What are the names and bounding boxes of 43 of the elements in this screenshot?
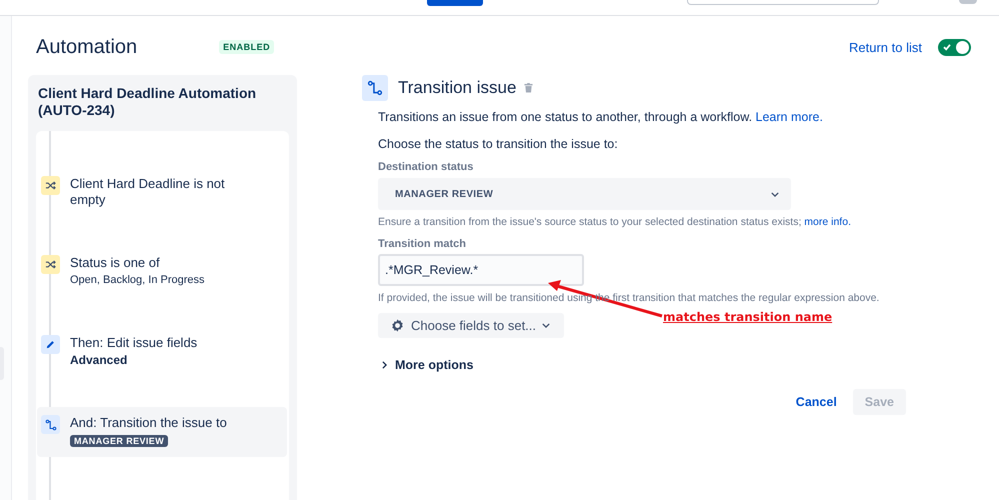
rule-step[interactable]: Client Hard Deadline is not empty — [37, 168, 287, 216]
rule-toggle[interactable] — [938, 38, 971, 56]
prompt-text: Choose the status to transition the issue to: — [378, 136, 619, 152]
rule-step[interactable]: And: Transition the issue to MANAGER REVIEW — [37, 407, 287, 457]
field-label: Transition match — [378, 237, 468, 251]
nav-button[interactable] — [427, 0, 483, 6]
chevron-down-icon — [771, 192, 779, 196]
chevron-down-icon — [542, 323, 550, 328]
step-detail: Open, Backlog, In Progress — [70, 273, 206, 288]
editor-title: Transition issue — [398, 78, 516, 98]
transition-icon — [41, 415, 60, 434]
rule-step[interactable]: Then: Edit issue fields Advanced — [37, 327, 287, 376]
rule-title: Client Hard Deadline Automation (AUTO-234) — [37, 85, 258, 119]
field-label: Destination status — [378, 160, 474, 174]
more-options-toggle[interactable]: More options — [378, 358, 474, 372]
chevron-right-icon — [382, 361, 387, 369]
step-title: Then: Edit issue fields — [70, 335, 198, 351]
shuffle-icon — [41, 176, 60, 195]
transition-match-field[interactable]: .*MGR_Review.* — [378, 254, 584, 286]
annotation-label: matches transition name — [663, 310, 832, 324]
status-badge: ENABLED — [219, 40, 274, 54]
learn-more-link[interactable]: Learn more. — [756, 110, 823, 124]
help-text: If provided, the issue will be transitioned using the first transition that matches the regular expression above. — [378, 291, 880, 305]
description-text: Transitions an issue from one status to another, through a workflow. Learn more. — [378, 109, 824, 125]
check-icon — [942, 42, 952, 52]
gear-icon — [390, 318, 405, 333]
return-link[interactable]: Return to list — [849, 40, 922, 54]
rule-step[interactable]: Status is one of Open, Backlog, In Progress — [37, 247, 287, 296]
step-title: Status is one of — [70, 255, 161, 271]
shuffle-icon — [41, 255, 60, 274]
step-title: And: Transition the issue to — [70, 415, 228, 431]
status-select[interactable]: MANAGER REVIEW — [378, 178, 791, 210]
pencil-icon — [41, 335, 60, 354]
step-title: Client Hard Deadline is not empty — [70, 176, 226, 208]
step-detail: Advanced — [70, 353, 128, 368]
more-info-link[interactable]: more info. — [804, 216, 851, 228]
transition-icon — [362, 75, 388, 101]
help-text: Ensure a transition from the issue's source status to your selected destination status exists; more info. — [378, 215, 852, 229]
choose-fields-button[interactable]: Choose fields to set... — [378, 313, 564, 338]
page-title: Automation — [36, 36, 138, 58]
trash-icon[interactable] — [524, 83, 534, 93]
status-lozenge: MANAGER REVIEW — [70, 435, 168, 447]
cancel-button[interactable]: Cancel — [788, 389, 845, 415]
